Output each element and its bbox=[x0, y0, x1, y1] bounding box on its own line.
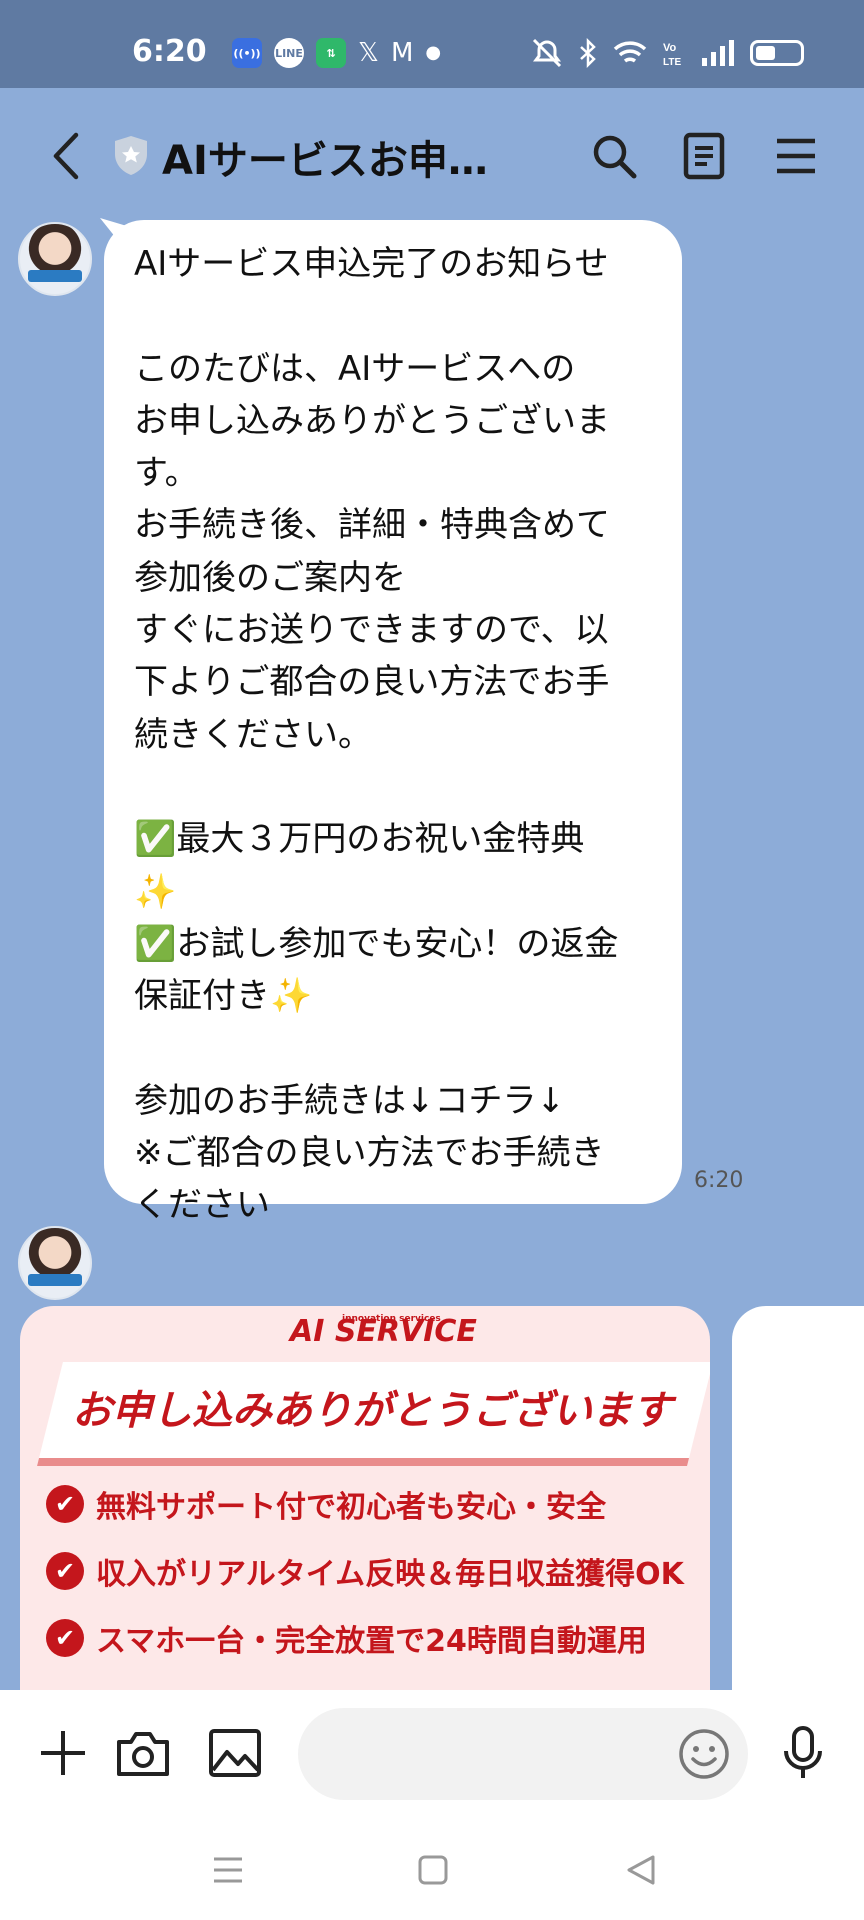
camera-icon bbox=[117, 1732, 169, 1776]
menu-icon bbox=[777, 138, 815, 174]
wifi-icon bbox=[613, 41, 647, 63]
plus-button[interactable] bbox=[30, 1720, 96, 1786]
message-line bbox=[134, 290, 654, 342]
system-nav-bar bbox=[0, 1820, 864, 1920]
message-line: 続きください。 bbox=[134, 714, 372, 755]
feature-text: 収入がリアルタイム反映＆毎日収益獲得OK bbox=[96, 1557, 684, 1592]
back-button[interactable] bbox=[40, 126, 90, 186]
feature-text: 無料サポート付で初心者も安心・安全 bbox=[96, 1490, 606, 1525]
message-line: ください bbox=[134, 1185, 270, 1226]
message-line: AIサービス申込完了のお知らせ bbox=[134, 244, 609, 284]
message-line: す。 bbox=[134, 453, 199, 494]
broadcast-icon: ((•)) bbox=[232, 38, 262, 68]
image-button[interactable] bbox=[202, 1720, 268, 1786]
message-line: ✅お試し参加でも安心！の返金 bbox=[134, 923, 619, 964]
svg-text:Vo: Vo bbox=[663, 42, 677, 54]
plus-icon bbox=[41, 1731, 85, 1775]
back-icon bbox=[627, 1855, 655, 1885]
feature-text: スマホ一台・完全放置で24時間自動運用 bbox=[96, 1624, 647, 1659]
message-time: 6:20 bbox=[694, 1168, 744, 1193]
note-button[interactable] bbox=[674, 126, 734, 186]
sender-avatar[interactable] bbox=[18, 222, 92, 296]
message-line bbox=[134, 761, 654, 813]
dot-icon: ● bbox=[425, 42, 442, 63]
message-line: ✅最大３万円のお祝い金特典 bbox=[134, 819, 585, 860]
x-icon: 𝕏 bbox=[358, 38, 379, 68]
svg-text:LTE: LTE bbox=[663, 57, 681, 68]
card-logo: AI SERVICE innovation services bbox=[290, 1314, 477, 1349]
image-icon bbox=[209, 1729, 261, 1777]
feature-item: ✔ スマホ一台・完全放置で24時間自動運用 bbox=[46, 1616, 647, 1660]
chat-header: AIサービスお申込... bbox=[0, 88, 864, 218]
back-nav-button[interactable] bbox=[616, 1848, 666, 1892]
recent-apps-button[interactable] bbox=[203, 1848, 253, 1892]
message-line: ✨ bbox=[134, 871, 177, 912]
check-circle-icon: ✔ bbox=[46, 1485, 84, 1523]
emoji-button[interactable] bbox=[676, 1726, 732, 1782]
next-card-peek[interactable] bbox=[732, 1306, 864, 1706]
microphone-icon bbox=[784, 1726, 822, 1778]
line-icon: LINE bbox=[274, 38, 304, 68]
chevron-left-icon bbox=[53, 132, 79, 180]
message-line bbox=[134, 1022, 654, 1074]
camera-button[interactable] bbox=[110, 1720, 176, 1786]
note-icon bbox=[683, 132, 725, 180]
emoji-icon bbox=[679, 1729, 729, 1779]
sender-avatar[interactable] bbox=[18, 1226, 92, 1300]
status-bar: 6:20 ((•)) LINE ⇅ 𝕏 M ● Vo LTE bbox=[0, 0, 864, 88]
microphone-button[interactable] bbox=[770, 1720, 836, 1786]
status-time: 6:20 bbox=[132, 34, 207, 69]
card-banner-text: お申し込みありがとうございます bbox=[72, 1388, 672, 1434]
feature-item: ✔ 収入がリアルタイム反映＆毎日収益獲得OK bbox=[46, 1549, 684, 1593]
gmail-icon: M bbox=[390, 38, 414, 68]
message-line: 保証付き✨ bbox=[134, 976, 313, 1017]
check-circle-icon: ✔ bbox=[46, 1619, 84, 1657]
volte-icon: Vo LTE bbox=[663, 42, 681, 68]
bluetooth-icon bbox=[580, 38, 596, 68]
system-icons: Vo LTE bbox=[530, 38, 804, 68]
notification-icons: ((•)) LINE ⇅ 𝕏 M ● bbox=[232, 38, 441, 68]
message-line: 下よりご都合の良い方法でお手 bbox=[134, 662, 610, 703]
chat-title: AIサービスお申込... bbox=[162, 138, 522, 184]
home-icon bbox=[418, 1855, 448, 1885]
search-button[interactable] bbox=[584, 126, 644, 186]
signal-icon bbox=[702, 40, 734, 66]
menu-button[interactable] bbox=[766, 126, 826, 186]
home-button[interactable] bbox=[408, 1848, 458, 1892]
message-line: お手続き後、詳細・特典含めて bbox=[134, 505, 610, 546]
input-bar bbox=[0, 1690, 864, 1820]
feature-item: ✔ 無料サポート付で初心者も安心・安全 bbox=[46, 1482, 606, 1526]
search-icon bbox=[593, 135, 637, 179]
official-shield-icon bbox=[115, 136, 147, 175]
card-logo-sub: innovation services bbox=[342, 1314, 441, 1324]
message-line: すぐにお送りできますので、以 bbox=[134, 610, 609, 651]
message-line: このたびは、AIサービスへの bbox=[134, 348, 576, 389]
message-bubble[interactable]: AIサービス申込完了のお知らせ このたびは、AIサービスへの お申し込みありがと… bbox=[104, 220, 682, 1225]
mute-vibrate-icon bbox=[532, 38, 562, 68]
message-line: 参加後のご案内を bbox=[134, 557, 406, 598]
message-line: 参加のお手続きは↓コチラ↓ bbox=[134, 1080, 565, 1121]
check-circle-icon: ✔ bbox=[46, 1552, 84, 1590]
message-line: ※ご都合の良い方法でお手続き bbox=[134, 1133, 605, 1174]
promo-card[interactable]: AI SERVICE innovation services お申し込みありがと… bbox=[20, 1306, 710, 1706]
battery-icon bbox=[750, 40, 804, 66]
sync-icon: ⇅ bbox=[316, 38, 346, 68]
message-line: お申し込みありがとうございま bbox=[134, 400, 610, 441]
recent-apps-icon bbox=[214, 1857, 242, 1883]
